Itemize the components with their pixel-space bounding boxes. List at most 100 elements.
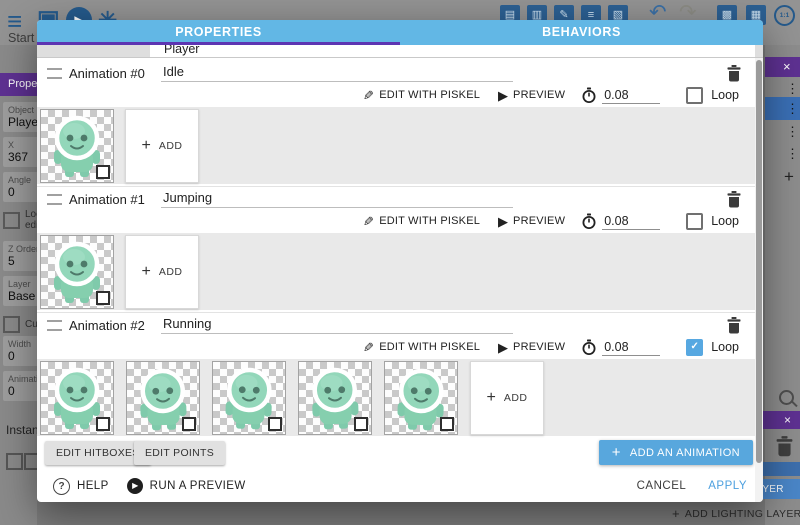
preview-button[interactable]: PREVIEW	[513, 89, 565, 101]
run-preview-icon[interactable]: ▶	[127, 478, 143, 494]
sprite-frame[interactable]	[212, 361, 286, 435]
add-animation-button[interactable]: + ADD AN ANIMATION	[599, 440, 753, 465]
copy-icon[interactable]	[6, 453, 23, 470]
play-icon: ▶	[498, 341, 508, 354]
edit-points-button[interactable]: EDIT POINTS	[134, 441, 225, 465]
x-field[interactable]: X 367	[3, 137, 37, 167]
animation-name-input[interactable]: Jumping	[161, 190, 513, 208]
scrollbar-thumb[interactable]	[756, 60, 762, 463]
search-icon[interactable]	[779, 390, 794, 405]
layer-menu-icon[interactable]: ⋮	[786, 125, 799, 138]
animation-name-input[interactable]: Idle	[161, 64, 513, 82]
play-icon: ▶	[498, 215, 508, 228]
zoom-1-1-icon[interactable]: 1:1	[774, 5, 795, 26]
time-between-frames-input[interactable]: 0.08	[602, 214, 660, 230]
sprite-frame[interactable]	[126, 361, 200, 435]
object-name-input[interactable]: Player	[150, 45, 755, 57]
help-icon[interactable]: ?	[53, 478, 70, 495]
instance-properties-panel: Properties Object Player X 367 Angle 0 L…	[0, 45, 37, 525]
apply-button[interactable]: APPLY	[708, 480, 747, 492]
close-icon[interactable]: ×	[784, 413, 791, 427]
question-glyph: ?	[58, 481, 64, 492]
frame-checkbox[interactable]	[182, 417, 196, 431]
animation-1-frames: + ADD	[37, 233, 755, 310]
add-lighting-layer-button[interactable]: + ADD LIGHTING LAYER	[672, 506, 800, 521]
sprite-frame[interactable]	[298, 361, 372, 435]
drag-handle-icon[interactable]	[47, 194, 62, 205]
frame-checkbox[interactable]	[96, 165, 110, 179]
add-frame-button[interactable]: + ADD	[470, 361, 544, 435]
pencil-icon: ✎	[363, 215, 374, 228]
edit-with-piskel-button[interactable]: EDIT WITH PISKEL	[379, 341, 480, 353]
add-frame-button[interactable]: + ADD	[125, 235, 199, 309]
animation-2-frames: + ADD	[37, 359, 755, 436]
z-order-field[interactable]: Z Order 5	[3, 241, 37, 271]
run-preview-button[interactable]: RUN A PREVIEW	[150, 480, 246, 492]
field-label: Z Order	[8, 244, 37, 254]
layer-field[interactable]: Layer Base layer	[3, 276, 37, 306]
frame-checkbox[interactable]	[96, 417, 110, 431]
trash-icon	[727, 65, 741, 82]
field-value: Base layer	[8, 289, 37, 303]
sprite-frame[interactable]	[40, 361, 114, 435]
delete-animation-button[interactable]	[727, 65, 741, 82]
edit-with-piskel-button[interactable]: EDIT WITH PISKEL	[379, 215, 480, 227]
object-name-row: Player	[37, 45, 763, 58]
layer-menu-icon[interactable]: ⋮	[786, 147, 799, 160]
lock-checkbox[interactable]	[3, 212, 20, 229]
custom-size-checkbox[interactable]	[3, 316, 20, 333]
frame-checkbox[interactable]	[440, 417, 454, 431]
plus-icon: +	[141, 137, 150, 155]
tab-behaviors[interactable]: BEHAVIORS	[400, 20, 763, 45]
angle-field[interactable]: Angle 0	[3, 172, 37, 202]
properties-panel-header: Properties	[0, 73, 37, 96]
edit-with-piskel-button[interactable]: EDIT WITH PISKEL	[379, 89, 480, 101]
plus-icon: +	[141, 263, 150, 281]
loop-label: Loop	[711, 214, 739, 228]
preview-button[interactable]: PREVIEW	[513, 215, 565, 227]
frame-checkbox[interactable]	[96, 291, 110, 305]
animation-0-header: Animation #0 Idle	[37, 62, 755, 84]
time-between-frames-input[interactable]: 0.08	[602, 88, 660, 104]
width-field[interactable]: Width 0	[3, 336, 37, 366]
time-between-frames-input[interactable]: 0.08	[602, 340, 660, 356]
delete-animation-button[interactable]	[727, 191, 741, 208]
delete-layer-icon[interactable]	[776, 436, 793, 457]
field-value: 0	[8, 349, 37, 363]
field-label: Object	[8, 105, 37, 115]
animation-number-field[interactable]: Animation 0	[3, 371, 37, 401]
dialog-footer: ? HELP ▶ RUN A PREVIEW CANCEL APPLY	[37, 470, 763, 502]
field-value: 367	[8, 150, 37, 164]
loop-checkbox[interactable]: ✓	[686, 339, 703, 356]
cancel-button[interactable]: CANCEL	[637, 480, 687, 492]
frame-checkbox[interactable]	[268, 417, 282, 431]
loop-checkbox[interactable]: ✓	[686, 213, 703, 230]
animation-1-controls: ✎ EDIT WITH PISKEL ▶ PREVIEW 0.08 ✓ Loop	[37, 211, 763, 231]
dialog-scrollbar[interactable]	[755, 58, 763, 502]
add-frame-button[interactable]: + ADD	[125, 109, 199, 183]
add-animation-label: ADD AN ANIMATION	[630, 447, 740, 459]
animation-name-input[interactable]: Running	[161, 316, 513, 334]
sprite-frame[interactable]	[40, 109, 114, 183]
animation-label: Animation #2	[69, 318, 161, 333]
sprite-frame[interactable]	[384, 361, 458, 435]
drag-handle-icon[interactable]	[47, 320, 62, 331]
dialog-tabbar: PROPERTIES BEHAVIORS	[37, 20, 763, 45]
frame-checkbox[interactable]	[354, 417, 368, 431]
copy-icon[interactable]	[24, 453, 37, 470]
help-button[interactable]: HELP	[77, 480, 109, 492]
delete-animation-button[interactable]	[727, 317, 741, 334]
layer-menu-icon[interactable]: ⋮	[786, 82, 799, 95]
layer-menu-icon[interactable]: ⋮	[786, 102, 799, 115]
object-name-field[interactable]: Object Player	[3, 102, 37, 132]
drag-handle-icon[interactable]	[47, 68, 62, 79]
trash-icon	[727, 317, 741, 334]
close-icon[interactable]: ×	[783, 59, 791, 74]
object-name-value: Player	[150, 45, 755, 56]
add-layer-plus-icon[interactable]: +	[784, 167, 794, 187]
loop-checkbox[interactable]: ✓	[686, 87, 703, 104]
lock-checkbox-row[interactable]: Lock editor	[3, 207, 37, 233]
preview-button[interactable]: PREVIEW	[513, 341, 565, 353]
sprite-frame[interactable]	[40, 235, 114, 309]
custom-size-checkbox-row[interactable]: Custom size	[3, 311, 37, 337]
